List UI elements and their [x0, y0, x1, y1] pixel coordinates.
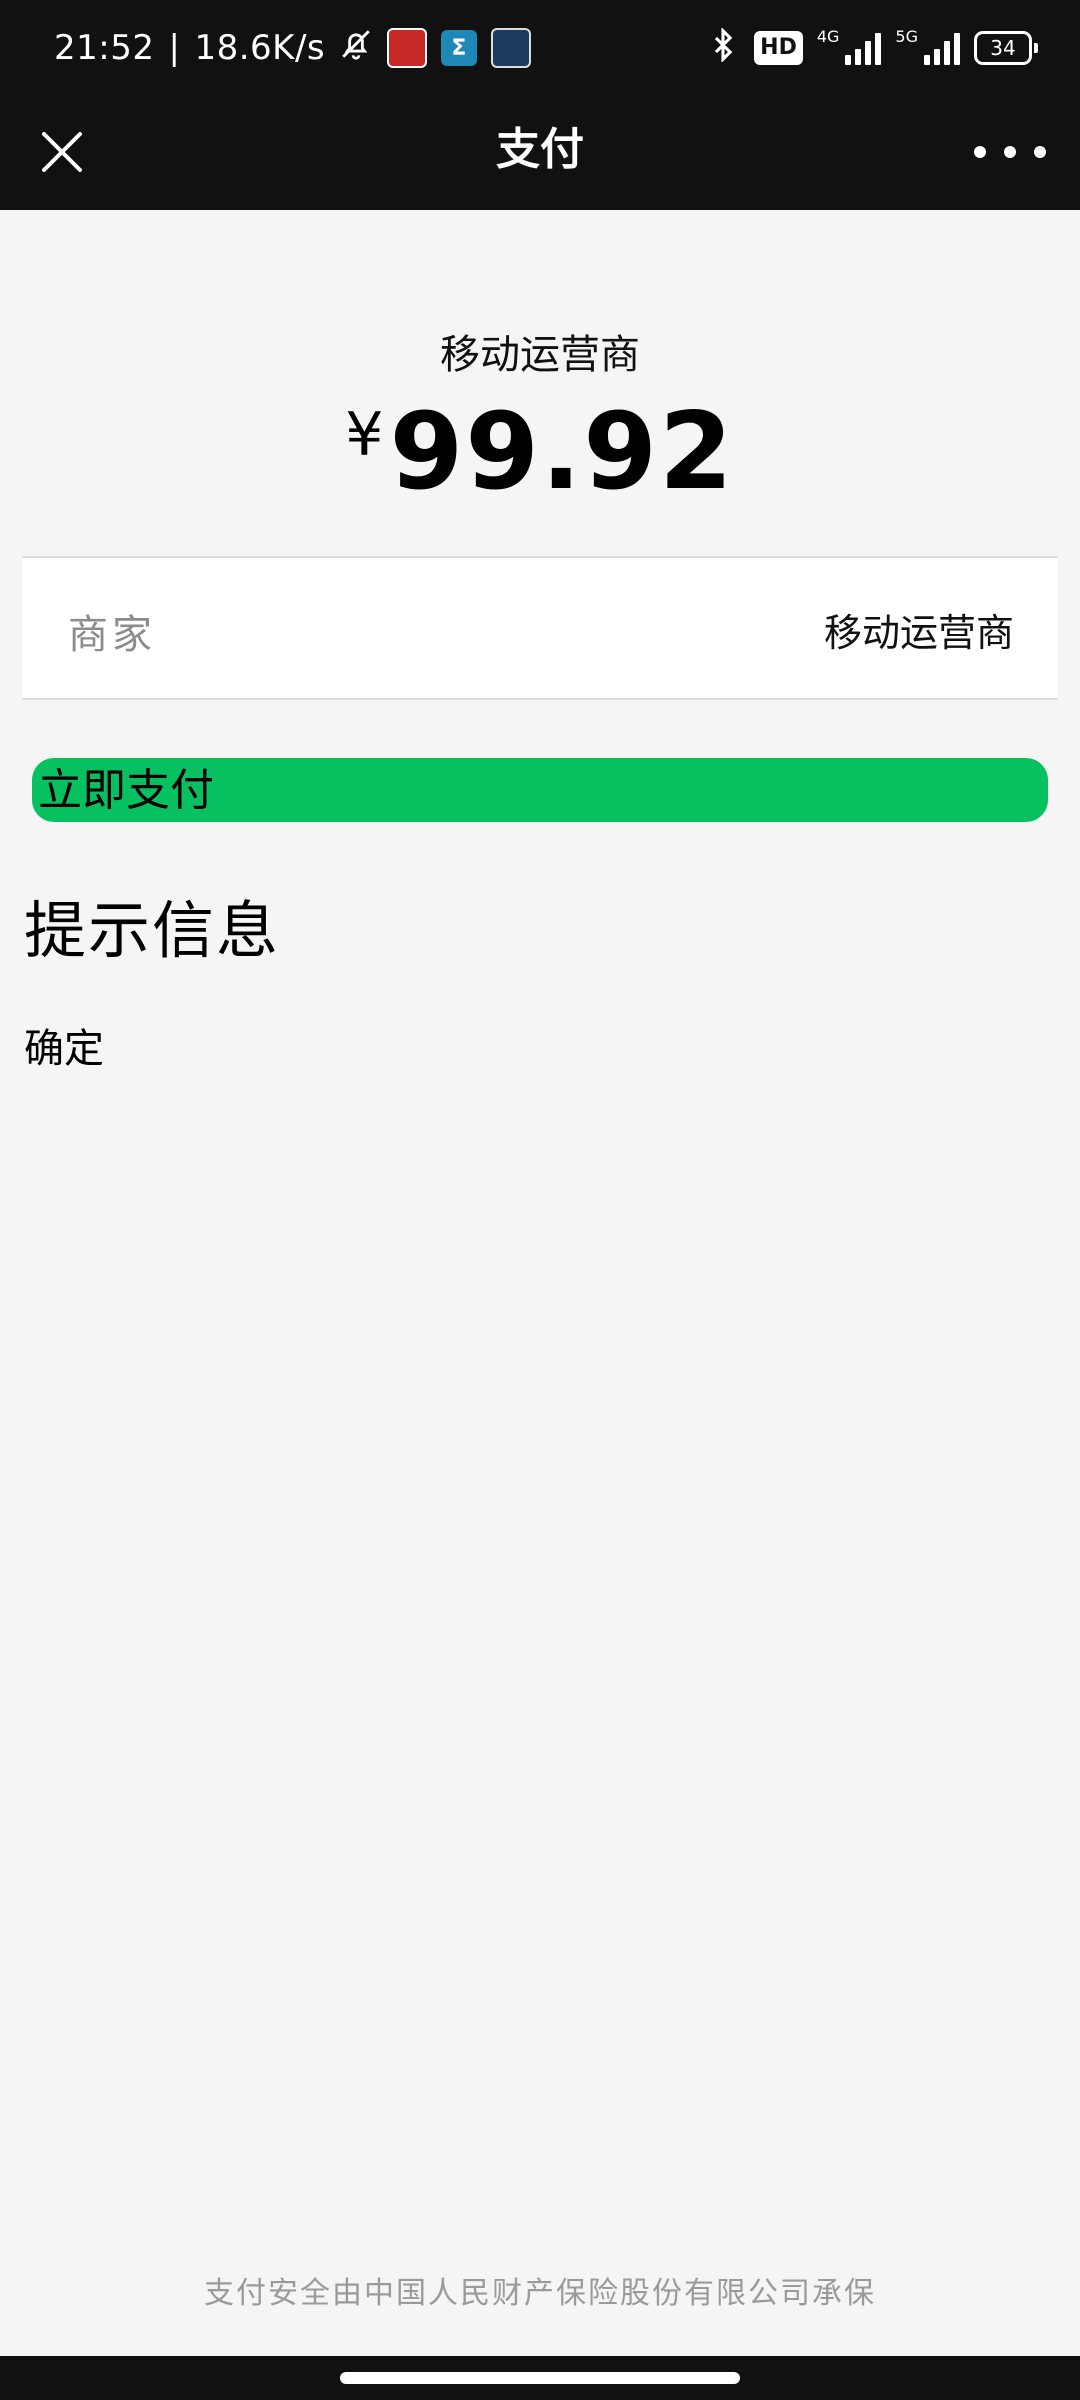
insurance-note: 支付安全由中国人民财产保险股份有限公司承保: [204, 2276, 876, 2311]
sim1-network-type: 4G: [816, 26, 840, 46]
tips-heading: 提示信息: [24, 894, 281, 967]
battery-icon: 34: [974, 31, 1038, 65]
status-bar: 21:52 | 18.6K/s Σ HD 4G 5G 34: [0, 0, 1080, 96]
status-left: 21:52 | 18.6K/s Σ: [54, 24, 532, 72]
status-time: 21:52: [54, 28, 155, 68]
payment-amount: ¥99.92: [0, 390, 1080, 513]
page-title: 支付: [496, 124, 584, 175]
amount-value: 99.92: [389, 390, 735, 513]
confirm-button[interactable]: 确定: [24, 1016, 104, 1074]
merchant-label: 商家: [68, 612, 156, 658]
notification-app-icon-sigma: Σ: [441, 30, 478, 66]
hd-voice-badge: HD: [754, 31, 803, 65]
pay-now-button[interactable]: 立即支付: [32, 758, 1048, 822]
bluetooth-icon: [706, 27, 740, 68]
network-speed: 18.6K/s: [194, 28, 326, 68]
sim2-network-type: 5G: [895, 26, 918, 46]
currency-symbol: ¥: [345, 400, 384, 470]
status-separator: |: [168, 28, 181, 68]
notification-app-icon-dark: [491, 28, 532, 68]
battery-level: 34: [990, 36, 1016, 60]
bell-off-icon: [339, 27, 373, 70]
status-right: HD 4G 5G 34: [706, 24, 1038, 72]
merchant-value: 移动运营商: [823, 611, 1014, 655]
system-nav-bar: [0, 2356, 1080, 2400]
home-indicator[interactable]: [340, 2372, 740, 2384]
signal-icon-sim1: [845, 31, 882, 65]
more-icon[interactable]: [974, 124, 1046, 180]
merchant-info-row: 商家 移动运营商: [22, 556, 1058, 700]
notification-app-icon-red: [387, 28, 428, 68]
signal-icon-sim2: [924, 31, 960, 65]
nav-bar: 支付: [0, 96, 1080, 210]
merchant-title: 移动运营商: [440, 332, 640, 378]
